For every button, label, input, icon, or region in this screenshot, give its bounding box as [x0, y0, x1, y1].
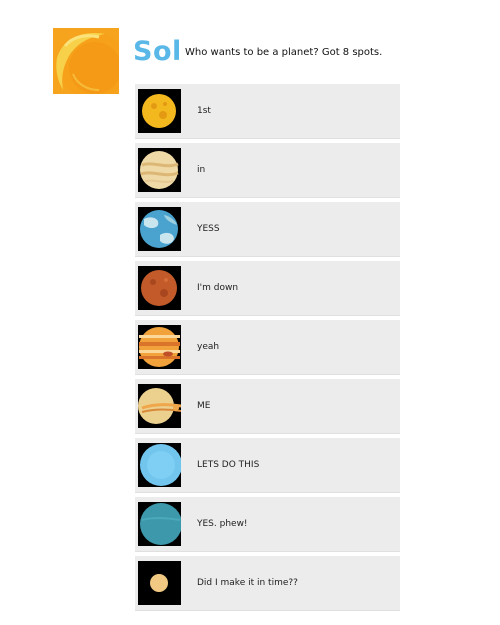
reply-text: yeah: [197, 342, 220, 352]
reply-item: YESS: [135, 202, 400, 257]
mars-icon[interactable]: [138, 266, 181, 310]
reply-item: I'm down: [135, 261, 400, 316]
reply-text: in: [197, 165, 206, 175]
reply-text: LETS DO THIS: [197, 460, 260, 470]
reply-item: LETS DO THIS: [135, 438, 400, 493]
reply-text: YES. phew!: [197, 519, 248, 529]
reply-text: 1st: [197, 106, 211, 116]
earth-icon[interactable]: [138, 207, 181, 251]
reply-text: Did I make it in time??: [197, 578, 298, 588]
reply-text: YESS: [197, 224, 220, 234]
saturn-icon[interactable]: [138, 384, 181, 428]
reply-item: Did I make it in time??: [135, 556, 400, 611]
reply-item: ME: [135, 379, 400, 434]
mercury-icon[interactable]: [138, 89, 181, 133]
reply-item: YES. phew!: [135, 497, 400, 552]
reply-item: yeah: [135, 320, 400, 375]
reply-list: 1st in YESS I'm down yeah ME LETS DO THI…: [135, 84, 400, 615]
venus-icon[interactable]: [138, 148, 181, 192]
pluto-icon[interactable]: [138, 561, 181, 605]
reply-text: I'm down: [197, 283, 239, 293]
status-text: Who wants to be a planet? Got 8 spots.: [185, 47, 383, 58]
neptune-icon[interactable]: [138, 502, 181, 546]
jupiter-icon[interactable]: [138, 325, 181, 369]
uranus-icon[interactable]: [138, 443, 181, 487]
reply-text: ME: [197, 401, 211, 411]
sun-icon[interactable]: [53, 28, 119, 94]
reply-item: 1st: [135, 84, 400, 139]
author-name[interactable]: Sol: [133, 36, 182, 67]
reply-item: in: [135, 143, 400, 198]
